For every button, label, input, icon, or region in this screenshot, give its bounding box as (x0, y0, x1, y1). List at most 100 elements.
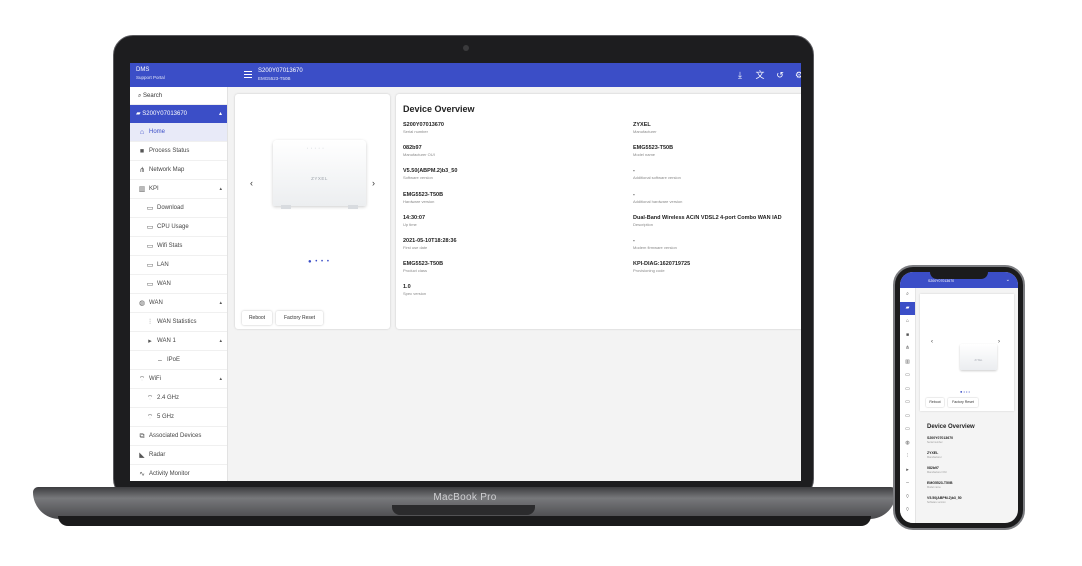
carousel-dots[interactable]: ● • • • (308, 259, 330, 265)
carousel-next-icon[interactable]: › (372, 178, 375, 188)
phone-chart-window-icon[interactable]: ▭ (900, 383, 915, 397)
overview-field: 1.0 Spec version (403, 284, 603, 297)
wifi-icon: ⌔ (146, 414, 154, 421)
phone-router-logo: ZYXEL (974, 359, 983, 362)
sidebar-item-label: WAN Statistics (157, 319, 197, 325)
overview-field: EMG5523-T50B Model name (633, 145, 801, 158)
sidebar-item[interactable]: ▭ WAN (130, 275, 227, 294)
app-brand[interactable]: DMS Support Portal (136, 67, 165, 81)
overview-field-label: Up time (403, 221, 417, 227)
process-icon: ■ (139, 148, 145, 155)
sidebar-item[interactable]: ▸ WAN 1 ▴ (130, 332, 227, 351)
laptop-notch (392, 505, 535, 515)
overview-field-label: Manufacturer (633, 129, 657, 134)
download-icon[interactable]: ⤓ (734, 69, 746, 81)
sidebar-item[interactable]: ▭ Wifi Stats (130, 237, 227, 256)
phone-device-icon[interactable]: ▰ (900, 301, 915, 315)
phone-overview-field: V5.50(ABPM.2)b3_50 Software version (927, 496, 962, 505)
phone-search-icon[interactable]: ⌕ (900, 288, 915, 302)
phone-carousel-next-icon[interactable]: › (998, 339, 1000, 345)
sidebar-item[interactable]: ◍ WAN ▴ (130, 294, 227, 313)
history-icon[interactable]: ↺ (774, 69, 786, 81)
overview-field-label: Additional hardware version (633, 198, 683, 204)
overview-field-value: - (633, 168, 635, 175)
overview-field-label: Software version (403, 175, 433, 181)
sidebar-item-label: WAN 1 (157, 338, 176, 344)
overview-field-value: 14:30:07 (403, 214, 426, 221)
phone-field-label: Manufacturer OUI (927, 471, 947, 474)
factory-reset-button[interactable]: Factory Reset (276, 311, 323, 325)
phone-overview-field: 082b97 Manufacturer OUI (927, 466, 947, 475)
overview-field: 082b97 Manufacturer OUI (403, 145, 603, 158)
sidebar-item[interactable]: ⧉ Associated Devices (130, 427, 227, 446)
translate-icon[interactable]: 文 (754, 69, 766, 81)
phone-network-map-icon[interactable]: ⋔ (900, 342, 915, 356)
wifi-icon: ⌔ (138, 376, 146, 383)
overview-field-label: Modem firmware version (633, 245, 677, 250)
phone-bar-chart-icon[interactable]: ⫶ (900, 450, 915, 464)
sidebar-item[interactable]: ⌔ 2.4 GHz (130, 389, 227, 408)
phone-wifi-icon[interactable]: ⌔ (900, 491, 915, 505)
reboot-button[interactable]: Reboot (242, 311, 272, 325)
sidebar-device-item[interactable]: ▰ S200Y07013670 ▴ (130, 105, 227, 123)
sidebar-item-label: Wifi Stats (157, 243, 183, 249)
phone-carousel-dots[interactable]: ● • • • (960, 389, 970, 394)
phone-globe-icon[interactable]: ◍ (900, 437, 915, 451)
carousel-prev-icon[interactable]: ‹ (250, 178, 253, 188)
chart-window-icon: ▭ (146, 281, 154, 288)
sidebar-item[interactable]: ⌔ WiFi ▴ (130, 370, 227, 389)
sidebar-item[interactable]: ■ Process Status (130, 142, 227, 161)
router-icon: ▰ (136, 111, 141, 117)
sidebar-item[interactable]: ⌂ Home (130, 123, 227, 142)
sidebar-item[interactable]: ▭ LAN (130, 256, 227, 275)
sidebar-item[interactable]: ⌔ 5 GHz (130, 408, 227, 427)
phone-factory-reset-button[interactable]: Factory Reset (948, 398, 978, 407)
phone-chart-window-icon[interactable]: ▭ (900, 369, 915, 383)
phone-menu-chevron-icon[interactable]: ⌄ (1006, 277, 1010, 283)
search-input[interactable]: ⌕ Search (130, 87, 227, 105)
sidebar-item-label: Activity Monitor (149, 471, 190, 477)
phone-carousel-prev-icon[interactable]: ‹ (931, 339, 933, 345)
sidebar-item-label: WAN (157, 281, 171, 287)
overview-field: S200Y07013670 Serial number (403, 122, 603, 135)
chart-window-icon: ▭ (146, 243, 154, 250)
overview-field-value: - (633, 191, 635, 198)
sidebar-item[interactable]: – IPoE (130, 351, 227, 370)
sidebar-item[interactable]: ▭ Download (130, 199, 227, 218)
overview-field-label: Product class (403, 268, 428, 274)
router-logo: ZYXEL (311, 176, 328, 181)
phone-wifi-icon[interactable]: ⌔ (900, 504, 915, 518)
phone-dash-icon[interactable]: – (900, 477, 915, 491)
overview-field: - Modem firmware version (633, 238, 801, 251)
overview-field: KPI-DIAG:1620719725 Provisioning code (633, 261, 801, 274)
phone-caret-icon[interactable]: ▸ (900, 464, 915, 478)
phone-notch (930, 270, 988, 279)
phone-overview-field: EMG5523-T50B Model name (927, 481, 952, 490)
sidebar-device-label: S200Y07013670 (142, 111, 188, 117)
gear-icon[interactable]: ⚙ (793, 69, 801, 81)
phone-home-icon[interactable]: ⌂ (900, 315, 915, 329)
phone-chart-window-icon[interactable]: ▭ (900, 410, 915, 424)
sidebar-item[interactable]: ∿ Activity Monitor (130, 465, 227, 481)
phone-kpi-icon[interactable]: ▥ (900, 356, 915, 370)
globe-icon: ◍ (138, 300, 146, 307)
sidebar-item-label: IPoE (167, 357, 181, 363)
sidebar-item[interactable]: ◣ Radar (130, 446, 227, 465)
overview-field-label: Spec version (403, 291, 427, 297)
overview-field-value: ZYXEL (633, 122, 651, 128)
phone-reboot-button[interactable]: Reboot (926, 398, 944, 407)
sidebar-item[interactable]: ▭ CPU Usage (130, 218, 227, 237)
hamburger-menu-icon[interactable] (244, 71, 252, 78)
overview-field-value: EMG5523-T50B (403, 261, 444, 268)
overview-field-label: Model name (633, 152, 656, 158)
phone-chart-window-icon[interactable]: ▭ (900, 396, 915, 410)
sidebar-item[interactable]: ⫶ WAN Statistics (130, 313, 227, 332)
phone-process-icon[interactable]: ■ (900, 329, 915, 343)
bar-chart-icon: ⫶ (149, 319, 151, 326)
network-map-icon: ⋔ (139, 167, 145, 174)
chevron-up-icon: ▴ (219, 300, 222, 306)
phone-chart-window-icon[interactable]: ▭ (900, 423, 915, 437)
sidebar-item[interactable]: ▥ KPI ▴ (130, 180, 227, 199)
sidebar-item[interactable]: ⋔ Network Map (130, 161, 227, 180)
phone-header-serial: S200Y07013670 (928, 279, 955, 283)
